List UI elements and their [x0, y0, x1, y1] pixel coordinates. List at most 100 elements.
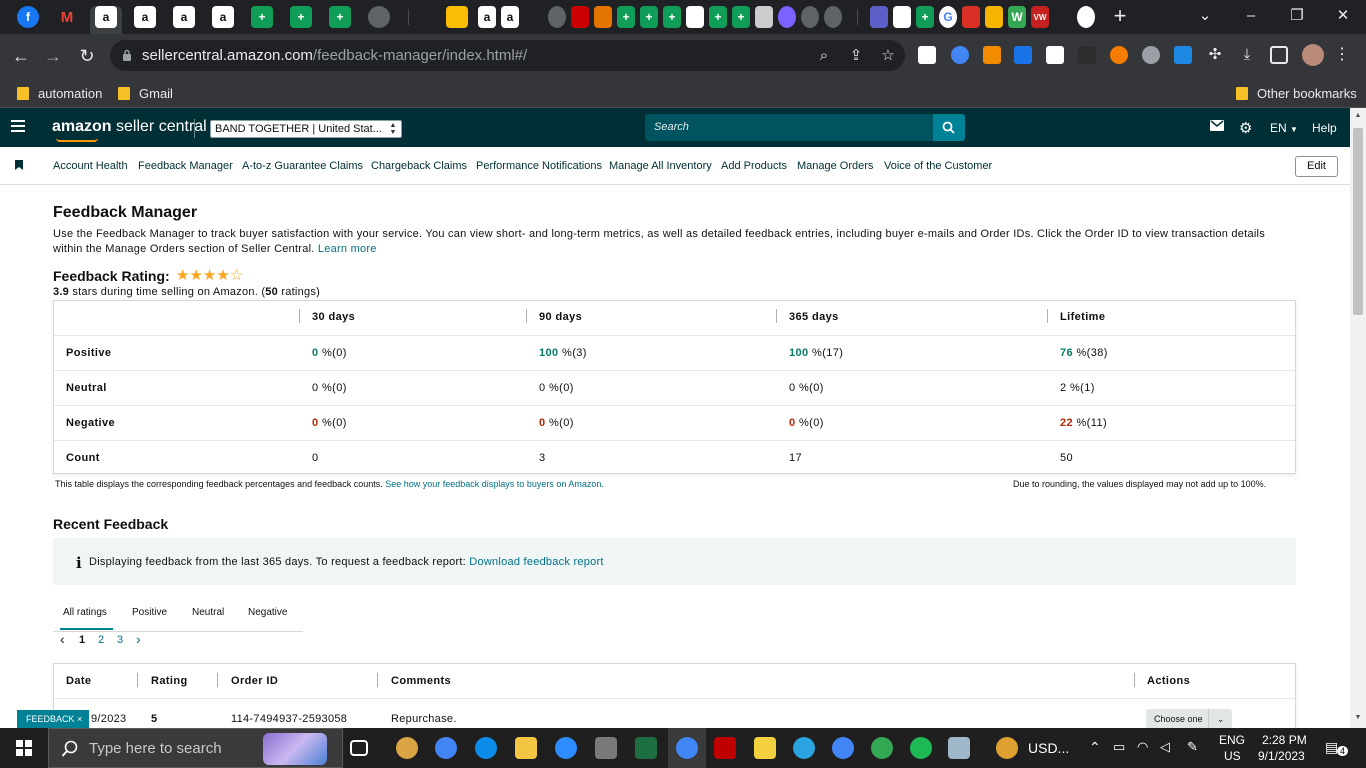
sheets-tab-icon[interactable]: + [709, 6, 727, 28]
wifi-icon[interactable]: ◠ [1137, 739, 1148, 755]
sheets-tab-icon[interactable]: + [290, 6, 312, 28]
new-tab-button[interactable]: + [1108, 4, 1132, 28]
windows-start-icon[interactable] [16, 740, 32, 756]
face-tab-icon[interactable] [686, 6, 704, 28]
nav-a-to-z-claims[interactable]: A-to-z Guarantee Claims [242, 160, 363, 172]
extensions-puzzle-icon[interactable]: ✣ [1206, 46, 1224, 64]
drive-tab-icon[interactable] [446, 6, 468, 28]
extension-js-icon[interactable] [983, 46, 1001, 64]
sheets-tab-icon[interactable]: + [663, 6, 681, 28]
clock-date[interactable]: 9/1/2023 [1258, 749, 1305, 763]
pen-icon[interactable]: ✎ [1187, 739, 1198, 755]
mail-icon[interactable] [1210, 120, 1224, 134]
bookmark-other[interactable]: Other bookmarks [1236, 83, 1357, 103]
excel-icon[interactable] [635, 737, 657, 759]
calculator-icon[interactable] [595, 737, 617, 759]
sheets-tab-icon[interactable]: + [732, 6, 750, 28]
amazon-tab-icon[interactable]: a [134, 6, 156, 28]
sheets-tab-icon[interactable]: + [329, 6, 351, 28]
amazon-tab-icon[interactable]: a [478, 6, 496, 28]
chrome-taskbar-icon[interactable] [676, 737, 698, 759]
scroll-thumb[interactable] [1353, 128, 1363, 315]
page-1[interactable]: 1 [79, 634, 85, 646]
sheets-tab-icon[interactable]: + [916, 6, 934, 28]
help-link[interactable]: Help [1312, 121, 1337, 135]
forward-arrow-icon[interactable]: → [40, 43, 66, 69]
telegram-icon[interactable] [793, 737, 815, 759]
tray-chevron-icon[interactable]: ⌃ [1089, 739, 1101, 756]
battery-icon[interactable]: ▭ [1113, 739, 1125, 755]
nav-account-health[interactable]: Account Health [53, 160, 128, 172]
sticky-notes-icon[interactable] [754, 737, 776, 759]
learn-more-link[interactable]: Learn more [318, 243, 377, 255]
account-selector[interactable]: BAND TOGETHER | United Stat... ▲ ▼ [210, 120, 402, 138]
tab-search-icon[interactable]: ⌄ [1190, 4, 1220, 28]
reload-icon[interactable]: ↻ [74, 43, 100, 69]
close-window-button[interactable]: ✕ [1328, 4, 1358, 28]
nav-manage-inventory[interactable]: Manage All Inventory [609, 160, 712, 172]
page-scrollbar[interactable]: ▲ ▼ [1350, 108, 1366, 728]
currency-ticker[interactable]: USD... [1028, 740, 1069, 756]
page-2[interactable]: 2 [98, 634, 104, 646]
download-icon[interactable]: ⤓ [1238, 46, 1256, 64]
side-panel-icon[interactable] [1270, 46, 1288, 64]
nav-voice-of-customer[interactable]: Voice of the Customer [884, 160, 992, 172]
amazon-tab-icon[interactable]: a [212, 6, 234, 28]
extension-icon[interactable] [1078, 46, 1096, 64]
chrome-profile-icon[interactable] [832, 737, 854, 759]
sheets-tab-icon[interactable]: + [617, 6, 635, 28]
grid-tab-icon[interactable] [985, 6, 1003, 28]
search-input[interactable]: Search [645, 114, 933, 141]
extension-icon[interactable] [1110, 46, 1128, 64]
gear-tab-icon[interactable] [778, 6, 796, 28]
chart-tab-icon[interactable] [526, 6, 544, 28]
tab-negative[interactable]: Negative [248, 607, 287, 618]
chrome-profile-icon[interactable] [871, 737, 893, 759]
sheets-tab-icon[interactable]: + [640, 6, 658, 28]
nav-chargeback-claims[interactable]: Chargeback Claims [371, 160, 467, 172]
amazon-tab-icon[interactable]: a [173, 6, 195, 28]
red-tab-icon[interactable] [571, 6, 589, 28]
leaf-tab-icon[interactable] [1054, 6, 1072, 28]
file-explorer-icon[interactable] [515, 737, 537, 759]
amazon-tab-icon[interactable]: a [95, 6, 117, 28]
tab-all-ratings[interactable]: All ratings [63, 607, 107, 618]
volume-icon[interactable]: ◁ [1160, 739, 1170, 755]
profile-avatar[interactable] [1302, 44, 1324, 66]
page-3[interactable]: 3 [117, 634, 123, 646]
globe-tab-icon[interactable] [824, 6, 842, 28]
facebook-tab-icon[interactable]: f [17, 6, 39, 28]
extension-chart-icon[interactable] [1174, 46, 1192, 64]
filezilla-icon[interactable] [714, 737, 736, 759]
action-dropdown[interactable]: Choose one ⌄ [1146, 709, 1232, 728]
extension-icon[interactable] [918, 46, 936, 64]
bookmark-gmail[interactable]: Gmail [118, 83, 173, 103]
list-tab-icon[interactable] [870, 6, 888, 28]
chrome-taskbar-icon[interactable] [435, 737, 457, 759]
search-button[interactable] [933, 114, 965, 141]
minimize-button[interactable]: – [1236, 4, 1266, 28]
sheets-tab-icon[interactable]: + [251, 6, 273, 28]
nav-feedback-manager[interactable]: Feedback Manager [138, 160, 233, 172]
seller-central-logo[interactable]: amazon seller central [52, 118, 207, 136]
back-arrow-icon[interactable]: ← [8, 43, 34, 69]
order-id-link[interactable]: 114-7494937-2593058 [231, 713, 347, 725]
sysco-tab-icon[interactable] [893, 6, 911, 28]
doc-tab-icon[interactable] [755, 6, 773, 28]
w-tab-icon[interactable]: W [1008, 6, 1026, 28]
extension-icon[interactable] [951, 46, 969, 64]
amazon-tab-icon[interactable]: a [501, 6, 519, 28]
edit-nav-button[interactable]: Edit [1295, 156, 1338, 177]
app-icon[interactable] [396, 737, 418, 759]
nav-performance-notifications[interactable]: Performance Notifications [476, 160, 602, 172]
clock-time[interactable]: 2:28 PM [1262, 733, 1307, 747]
bookmark-automation[interactable]: automation [17, 83, 102, 103]
extension-icon[interactable] [1046, 46, 1064, 64]
gmail-tab-icon[interactable]: M [56, 6, 78, 28]
notifications-icon[interactable]: ▤ [1325, 739, 1338, 756]
orange-tab-icon[interactable] [594, 6, 612, 28]
zoom-icon[interactable]: ⌕ [814, 46, 834, 66]
app-icon[interactable] [948, 737, 970, 759]
share-icon[interactable]: ⇪ [846, 46, 866, 66]
red-tab-icon[interactable] [962, 6, 980, 28]
